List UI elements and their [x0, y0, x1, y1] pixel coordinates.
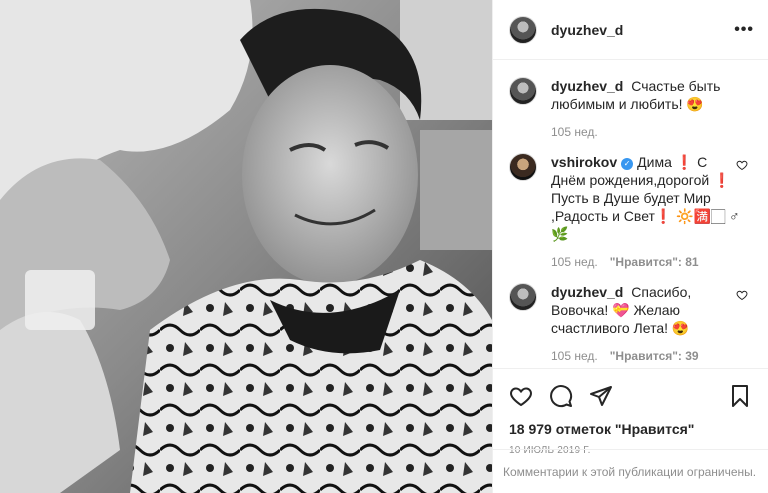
comment-likes[interactable]: "Нравится": 81 — [610, 255, 699, 269]
share-icon[interactable] — [589, 384, 613, 408]
caption-time[interactable]: 105 нед. — [551, 125, 598, 139]
comment-avatar[interactable] — [509, 153, 537, 181]
comment-username[interactable]: vshirokov — [551, 154, 617, 170]
likes-count[interactable]: 18 979 отметок "Нравится" — [509, 421, 752, 437]
caption: dyuzhev_d Счастье быть любимым и любить!… — [509, 77, 756, 139]
post-photo — [0, 0, 492, 493]
comment-time[interactable]: 105 нед. — [551, 349, 598, 363]
caption-avatar[interactable] — [509, 77, 537, 105]
comment-time[interactable]: 105 нед. — [551, 255, 598, 269]
comments-restricted-notice: Комментарии к этой публикации ограничены… — [493, 449, 768, 493]
photo-illustration — [0, 0, 492, 493]
comment-avatar[interactable] — [509, 283, 537, 311]
restricted-text: Комментарии к этой публикации ограничены… — [503, 464, 757, 479]
caption-username[interactable]: dyuzhev_d — [551, 78, 623, 94]
author-username[interactable]: dyuzhev_d — [551, 22, 734, 38]
bookmark-icon[interactable] — [728, 384, 752, 408]
post-side-panel: dyuzhev_d ••• dyuzhev_d Счастье быть люб… — [492, 0, 768, 493]
comments-list: dyuzhev_d Счастье быть любимым и любить!… — [493, 61, 768, 368]
verified-badge-icon: ✓ — [621, 158, 634, 170]
comment-icon[interactable] — [549, 384, 573, 408]
author-avatar[interactable] — [509, 15, 537, 44]
more-options-icon[interactable]: ••• — [734, 21, 754, 39]
heart-icon[interactable] — [509, 384, 533, 408]
heart-icon[interactable] — [736, 289, 748, 301]
comment-username[interactable]: dyuzhev_d — [551, 284, 623, 300]
heart-icon[interactable] — [736, 159, 748, 171]
comment-item: vshirokov ✓ Дима ❗ С Днём рождения,дорогой… — [509, 153, 756, 269]
action-icons — [509, 381, 752, 411]
comment-likes[interactable]: "Нравится": 39 — [610, 349, 699, 363]
comment-item: dyuzhev_d Спасибо, Вовочка! 💝 Желаю счас… — [509, 283, 756, 363]
post-header: dyuzhev_d ••• — [493, 0, 768, 60]
